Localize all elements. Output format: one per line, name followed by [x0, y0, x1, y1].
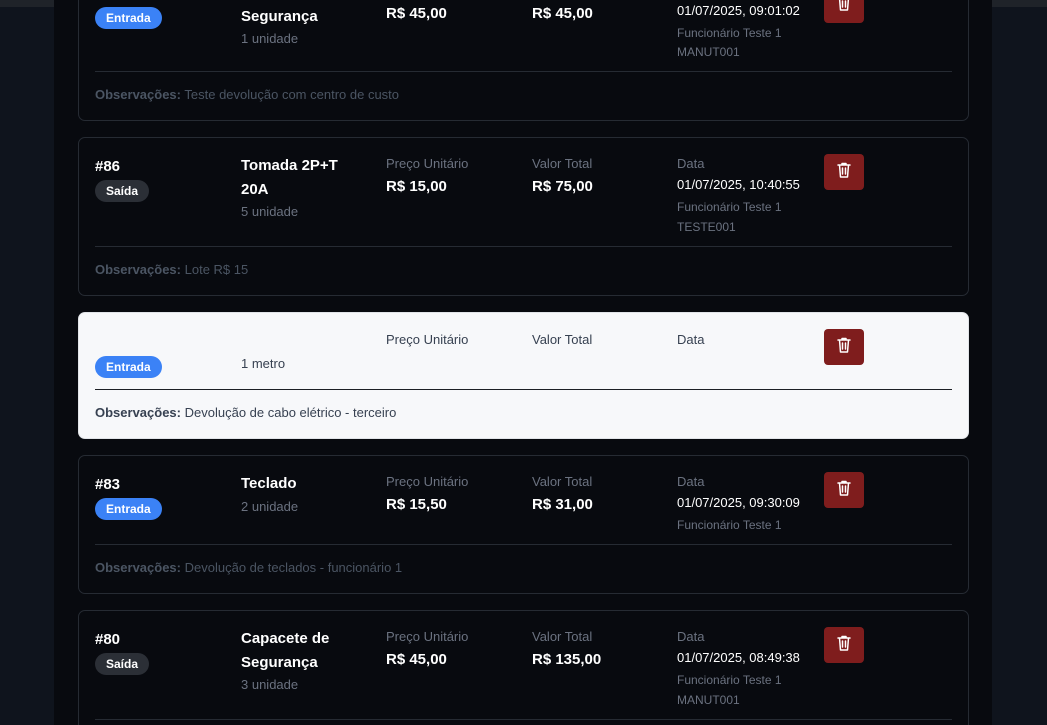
trash-icon [837, 337, 851, 358]
date-value: 01/07/2025, 08:49:38 [677, 650, 800, 665]
observations: Observações: Lote R$ 15 [95, 262, 249, 277]
employee-name: Funcionário Teste 1 [677, 673, 782, 687]
card-divider [95, 544, 952, 545]
type-badge-entrada: Entrada [95, 498, 162, 520]
trash-icon [837, 480, 851, 501]
type-badge-entrada: Entrada [95, 7, 162, 29]
product-quantity: 1 unidade [241, 31, 299, 46]
total-value: R$ 135,00 [532, 651, 602, 668]
total-value: R$ 45,00 [532, 5, 593, 22]
total-value: R$ 75,00 [532, 178, 593, 195]
type-badge-saida: Saída [95, 653, 150, 675]
total-label: Valor Total [532, 474, 593, 489]
employee-name: Funcionário Teste 1 [677, 26, 782, 40]
unit-price-label: Preço Unitário [386, 332, 469, 347]
unit-price-value: R$ 15,00 [386, 178, 447, 195]
trash-icon [837, 162, 851, 183]
movement-card: #86 Saída Tomada 2P+T 20A 5 unidade Preço… [78, 137, 969, 296]
card-divider [95, 719, 952, 720]
delete-button[interactable] [824, 154, 864, 190]
date-value: 01/07/2025, 09:01:02 [677, 3, 800, 18]
delete-button[interactable] [824, 627, 864, 663]
movement-card-highlighted: Entrada 1 metro Preço Unitário Valor Tot… [78, 312, 969, 439]
type-badge-saida: Saída [95, 180, 150, 202]
delete-button[interactable] [824, 329, 864, 365]
unit-price-label: Preço Unitário [386, 474, 469, 489]
product-name: Tomada 2P+T 20A [241, 157, 338, 198]
total-label: Valor Total [532, 156, 593, 171]
card-divider [95, 246, 952, 247]
employee-name: Funcionário Teste 1 [677, 200, 782, 214]
card-divider [95, 389, 952, 390]
trash-icon [837, 0, 851, 16]
date-value: 01/07/2025, 09:30:09 [677, 495, 800, 510]
total-label: Valor Total [532, 332, 593, 347]
product-name: Teclado [241, 475, 297, 492]
movement-id: #80 [95, 631, 121, 648]
total-label: Valor Total [532, 629, 593, 644]
movement-card: Entrada Segurança 1 unidade R$ 45,00 R$ … [78, 0, 969, 121]
unit-price-label: Preço Unitário [386, 629, 469, 644]
movement-id: #86 [95, 158, 121, 175]
unit-price-value: R$ 45,00 [386, 651, 447, 668]
movement-card: #80 Saída Capacete de Segurança 3 unidade… [78, 610, 969, 725]
employee-code: MANUT001 [677, 45, 740, 59]
observations: Observações: Teste devolução com centro … [95, 87, 400, 102]
employee-code: TESTE001 [677, 220, 736, 234]
date-label: Data [677, 332, 705, 347]
trash-icon [837, 635, 851, 656]
delete-button[interactable] [824, 472, 864, 508]
product-name: Segurança [241, 8, 318, 25]
observations: Observações: Devolução de cabo elétrico … [95, 405, 397, 420]
type-badge-entrada: Entrada [95, 356, 162, 378]
product-name: Capacete de Segurança [241, 630, 330, 671]
movement-id: #83 [95, 476, 121, 493]
product-quantity: 1 metro [241, 356, 286, 371]
employee-code: MANUT001 [677, 693, 740, 707]
unit-price-label: Preço Unitário [386, 156, 469, 171]
unit-price-value: R$ 45,00 [386, 5, 447, 22]
delete-button[interactable] [824, 0, 864, 23]
date-label: Data [677, 156, 705, 171]
card-divider [95, 71, 952, 72]
product-quantity: 5 unidade [241, 204, 299, 219]
movement-card: #83 Entrada Teclado 2 unidade Preço Unit… [78, 455, 969, 594]
employee-name: Funcionário Teste 1 [677, 518, 782, 532]
product-quantity: 2 unidade [241, 499, 299, 514]
observations: Observações: Devolução de teclados - fun… [95, 560, 403, 575]
unit-price-value: R$ 15,50 [386, 496, 447, 513]
date-label: Data [677, 629, 705, 644]
date-value: 01/07/2025, 10:40:55 [677, 177, 800, 192]
product-quantity: 3 unidade [241, 677, 299, 692]
total-value: R$ 31,00 [532, 496, 593, 513]
date-label: Data [677, 474, 705, 489]
